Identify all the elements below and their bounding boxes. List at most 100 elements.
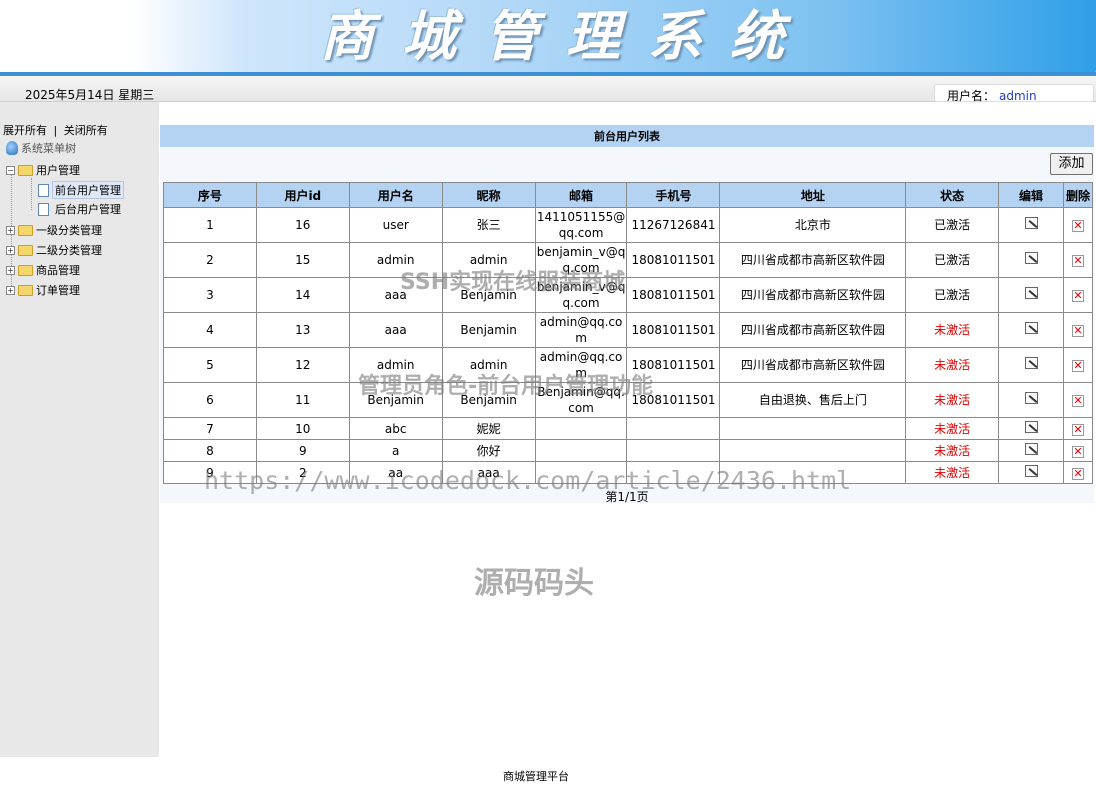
cell-no: 3: [163, 277, 257, 313]
delete-icon[interactable]: ✕: [1071, 290, 1084, 302]
sidebar-item-frontend-users[interactable]: 前台用户管理: [38, 181, 124, 199]
collapse-icon[interactable]: −: [6, 165, 15, 175]
cell-address: [719, 417, 907, 440]
delete-icon[interactable]: ✕: [1071, 325, 1084, 337]
computer-icon: [6, 141, 18, 155]
delete-icon[interactable]: ✕: [1071, 395, 1084, 407]
cell-address: 四川省成都市高新区软件园: [719, 312, 907, 348]
cell-email: 1411051155@qq.com: [534, 207, 628, 243]
sidebar-item-label: 二级分类管理: [36, 244, 102, 257]
user-table: 序号 用户id 用户名 昵称 邮箱 手机号 地址 状态 编辑 删除 1 16 use…: [163, 182, 1094, 484]
cell-no: 6: [163, 382, 257, 418]
collapse-all-link[interactable]: 关闭所有: [64, 124, 108, 137]
edit-icon[interactable]: [1024, 442, 1038, 455]
cell-username: user: [348, 207, 443, 243]
cell-no: 7: [163, 417, 257, 440]
sidebar-menu: 展开所有 | 关闭所有 系统菜单树 − 用户管理 前台用户管理 后台用户管理 +…: [0, 102, 159, 757]
watermark-brand: 源码码头: [474, 566, 594, 601]
tree-root-label: 系统菜单树: [21, 142, 76, 155]
sidebar-item-label: 用户管理: [36, 164, 80, 177]
cell-email: [534, 439, 628, 462]
user-label: 用户名：: [947, 89, 996, 103]
cell-edit: [998, 312, 1064, 348]
sidebar-item-products[interactable]: + 商品管理: [6, 262, 80, 278]
edit-icon[interactable]: [1024, 252, 1038, 264]
cell-id: 13: [255, 312, 350, 348]
cell-nickname: Benjamin: [441, 312, 536, 348]
cell-edit: [998, 347, 1064, 383]
cell-delete: ✕: [1062, 417, 1094, 440]
table-row: 8 9 a 你好 未激活 ✕: [163, 439, 1094, 462]
expand-icon[interactable]: +: [6, 265, 15, 275]
col-header-status: 状态: [905, 182, 1000, 208]
header-banner: 商城管理系统: [0, 0, 1096, 76]
watermark-project: SSH实现在线服装商城: [400, 270, 626, 295]
expand-icon[interactable]: +: [6, 225, 15, 235]
add-button[interactable]: 添加: [1050, 153, 1093, 175]
sidebar-item-label: 一级分类管理: [36, 224, 102, 237]
col-header-id: 用户id: [255, 182, 350, 208]
cell-delete: ✕: [1062, 312, 1094, 348]
cell-status: 未激活: [905, 439, 1000, 462]
cell-phone: [626, 439, 721, 462]
cell-status: 未激活: [905, 417, 1000, 440]
edit-icon[interactable]: [1024, 464, 1038, 477]
delete-icon[interactable]: ✕: [1071, 467, 1084, 480]
folder-open-icon: [18, 164, 33, 176]
delete-icon[interactable]: ✕: [1071, 255, 1084, 267]
edit-icon[interactable]: [1024, 357, 1038, 369]
sidebar-item-label: 订单管理: [36, 284, 80, 297]
cell-id: 16: [255, 207, 350, 243]
cell-delete: ✕: [1062, 242, 1094, 278]
delete-icon[interactable]: ✕: [1071, 423, 1084, 436]
cell-nickname: 你好: [441, 439, 536, 462]
cell-id: 9: [255, 439, 350, 462]
sidebar-item-orders[interactable]: + 订单管理: [6, 282, 80, 298]
cell-email: admin@qq.com: [534, 312, 628, 348]
cell-address: 四川省成都市高新区软件园: [719, 347, 907, 383]
expand-all-link[interactable]: 展开所有: [3, 124, 47, 137]
sidebar-item-user-management[interactable]: − 用户管理: [6, 162, 80, 178]
sidebar-item-backend-users[interactable]: 后台用户管理: [38, 201, 124, 217]
cell-edit: [998, 277, 1064, 313]
cell-status: 未激活: [905, 312, 1000, 348]
col-header-phone: 手机号: [626, 182, 721, 208]
edit-icon[interactable]: [1024, 392, 1038, 404]
cell-no: 5: [163, 347, 257, 383]
sidebar-item-label: 商品管理: [36, 264, 80, 277]
table-header-row: 序号 用户id 用户名 昵称 邮箱 手机号 地址 状态 编辑 删除: [163, 182, 1094, 208]
cell-edit: [998, 439, 1064, 462]
cell-nickname: 妮妮: [441, 417, 536, 440]
edit-icon[interactable]: [1024, 322, 1038, 334]
col-header-edit: 编辑: [998, 182, 1064, 208]
sidebar-item-label: 前台用户管理: [52, 181, 124, 199]
separator: |: [53, 124, 58, 137]
cell-username: abc: [348, 417, 443, 440]
page-icon: [38, 202, 49, 216]
sidebar-item-category-1[interactable]: + 一级分类管理: [6, 222, 102, 238]
col-header-email: 邮箱: [534, 182, 628, 208]
cell-no: 1: [163, 207, 257, 243]
cell-nickname: 张三: [441, 207, 536, 243]
edit-icon[interactable]: [1024, 420, 1038, 433]
sidebar-item-category-2[interactable]: + 二级分类管理: [6, 242, 102, 258]
cell-delete: ✕: [1062, 439, 1094, 462]
cell-address: 四川省成都市高新区软件园: [719, 242, 907, 278]
edit-icon[interactable]: [1024, 287, 1038, 299]
delete-icon[interactable]: ✕: [1071, 220, 1084, 232]
expand-icon[interactable]: +: [6, 245, 15, 255]
cell-delete: ✕: [1062, 347, 1094, 383]
delete-icon[interactable]: ✕: [1071, 360, 1084, 372]
username: admin: [999, 89, 1037, 103]
expand-icon[interactable]: +: [6, 285, 15, 295]
delete-icon[interactable]: ✕: [1071, 445, 1084, 458]
list-title: 前台用户列表: [160, 125, 1094, 147]
cell-phone: 18081011501: [626, 312, 721, 348]
cell-no: 2: [163, 242, 257, 278]
cell-delete: ✕: [1062, 461, 1094, 484]
cell-phone: 18081011501: [626, 242, 721, 278]
watermark-url: https://www.icodedock.com/article/2436.h…: [204, 466, 852, 495]
edit-icon[interactable]: [1024, 217, 1038, 229]
tree-root[interactable]: 系统菜单树: [6, 140, 76, 156]
cell-id: 11: [255, 382, 350, 418]
